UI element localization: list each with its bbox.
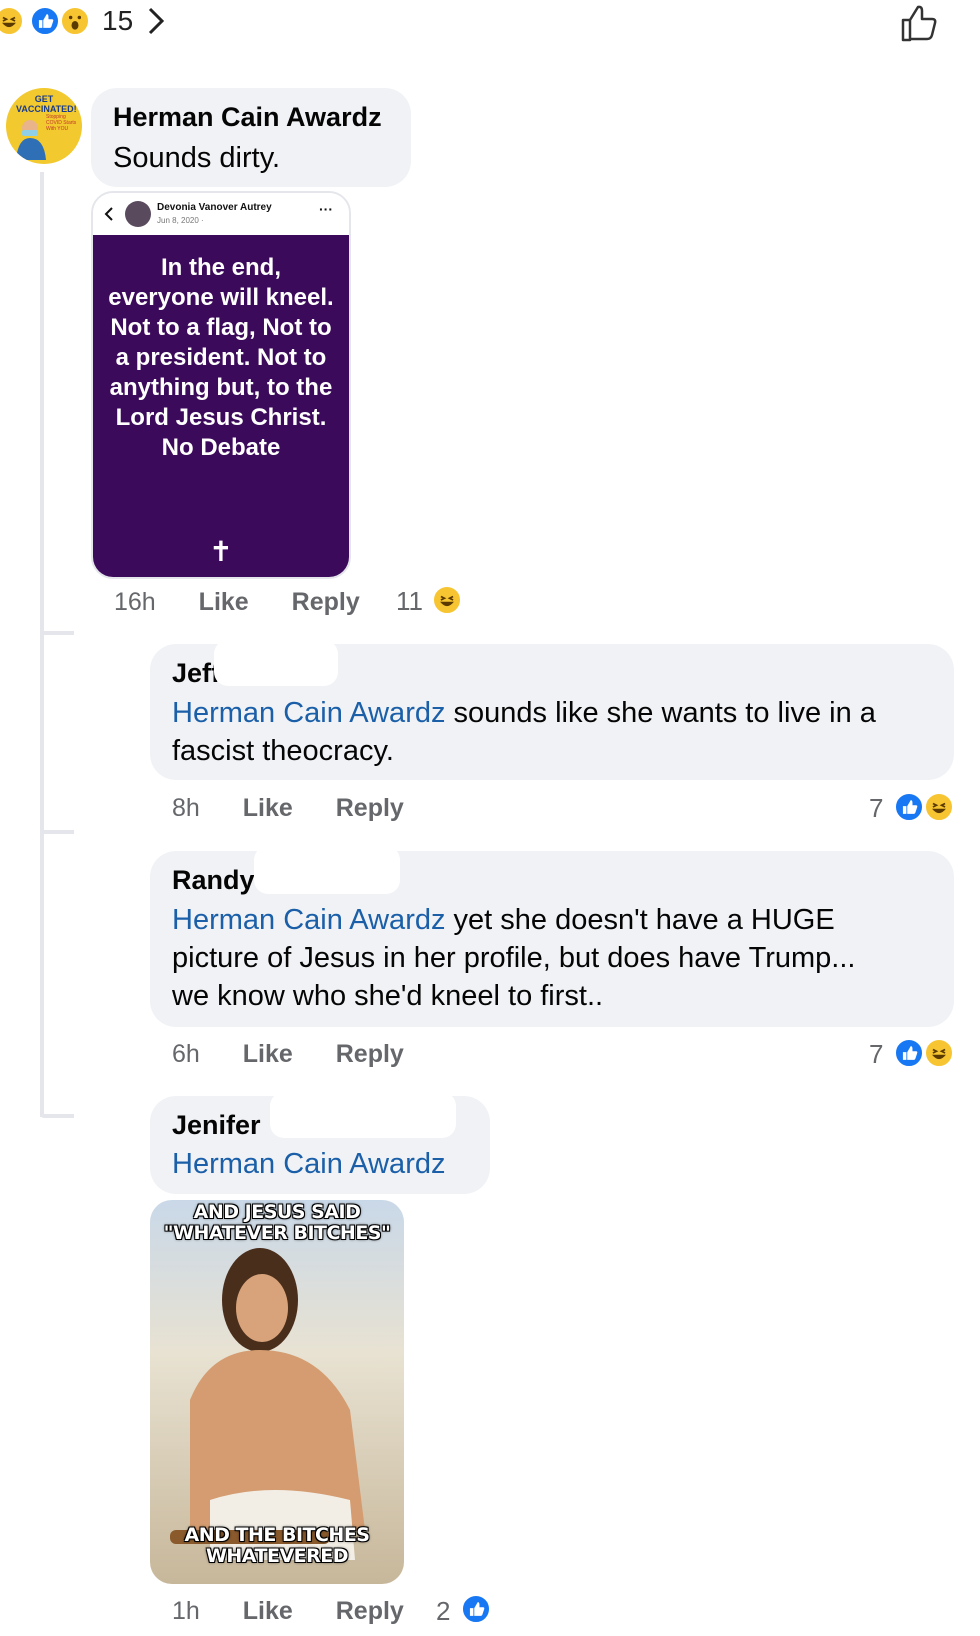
back-icon (104, 207, 113, 221)
avatar-text: GET VACCINATED! (16, 94, 77, 114)
like-icon (894, 1038, 924, 1068)
reply-text: Herman Cain Awardz (172, 1145, 445, 1183)
reply-actions: 6h Like Reply (172, 1040, 440, 1069)
redaction (270, 1092, 456, 1138)
redaction (214, 640, 338, 686)
reply-reaction-count[interactable]: 7 (869, 1039, 883, 1070)
comment-time[interactable]: 16h (114, 588, 156, 616)
meme-bottom-caption: AND THE BITCHES WHATEVERED (184, 1524, 370, 1567)
chevron-right-icon[interactable] (146, 6, 166, 44)
reply-author[interactable]: Jenifer (172, 1110, 261, 1141)
reply-actions: 1h Like Reply (172, 1597, 440, 1626)
reply-button[interactable]: Reply (336, 794, 404, 822)
redaction (254, 846, 400, 894)
haha-icon (432, 585, 462, 615)
reply-time[interactable]: 8h (172, 794, 200, 822)
reply-button[interactable]: Reply (336, 1040, 404, 1068)
reply-text-part: sounds like she wants to live in a (445, 697, 876, 729)
reply-author[interactable]: Jeff (172, 658, 220, 689)
haha-icon (0, 6, 24, 36)
reply-text-part: picture of Jesus in her profile, but doe… (172, 942, 856, 974)
reply-reaction-count[interactable]: 2 (436, 1596, 450, 1627)
reaction-summary-bar[interactable]: 15 (0, 0, 980, 44)
like-outline-icon[interactable] (898, 2, 940, 44)
mention-link[interactable]: Herman Cain Awardz (172, 904, 445, 936)
reply-text-part: yet she doesn't have a HUGE (445, 904, 835, 936)
thread-connector (40, 1114, 74, 1118)
thread-connector (40, 631, 74, 635)
post-avatar (125, 201, 151, 227)
thread-line (40, 172, 44, 1117)
meme-image[interactable]: AND JESUS SAID "WHATEVER BITCHES" AND TH… (150, 1200, 404, 1584)
reply-time[interactable]: 1h (172, 1597, 200, 1625)
comment-text: Sounds dirty. (113, 142, 281, 174)
comment-bubble: Herman Cain Awardz Sounds dirty. (91, 88, 411, 187)
reaction-count: 15 (102, 5, 134, 36)
attached-post-image[interactable]: Devonia Vanover Autrey Jun 8, 2020 · ···… (91, 191, 351, 579)
reply-button[interactable]: Reply (336, 1597, 404, 1625)
post-header: Devonia Vanover Autrey Jun 8, 2020 · ··· (93, 193, 349, 235)
comment-author[interactable]: Herman Cain Awardz (113, 102, 382, 133)
mention-link[interactable]: Herman Cain Awardz (172, 697, 445, 729)
thread-connector (40, 830, 74, 834)
post-body: In the end, everyone will kneel. Not to … (93, 235, 349, 577)
reply-reaction-count[interactable]: 7 (869, 793, 883, 824)
comment-actions: 16h Like Reply (114, 588, 396, 617)
reply-button[interactable]: Reply (292, 588, 360, 616)
like-icon (30, 6, 60, 36)
post-date: Jun 8, 2020 · (157, 216, 204, 225)
meme-top-caption: AND JESUS SAID "WHATEVER BITCHES" (163, 1201, 391, 1244)
cross-symbol: ✝ (209, 535, 233, 568)
post-text: In the end, everyone will kneel. Not to … (108, 254, 334, 461)
avatar-subtext: Stopping COVID Starts With YOU (46, 114, 77, 132)
comment-reaction-count[interactable]: 11 (396, 586, 423, 617)
haha-icon (924, 792, 954, 822)
reply-author[interactable]: Randy (172, 865, 255, 896)
more-icon: ··· (319, 201, 333, 217)
like-button[interactable]: Like (243, 794, 293, 822)
avatar[interactable]: GET VACCINATED! Stopping COVID Starts Wi… (6, 88, 82, 164)
reply-text: Herman Cain Awardz sounds like she wants… (172, 694, 942, 770)
like-icon (894, 792, 924, 822)
mention-link[interactable]: Herman Cain Awardz (172, 1148, 445, 1180)
reply-text-part: fascist theocracy. (172, 735, 394, 767)
like-icon (461, 1594, 491, 1624)
wow-icon (60, 6, 90, 36)
post-author: Devonia Vanover Autrey (157, 202, 272, 213)
reply-actions: 8h Like Reply (172, 794, 440, 823)
like-button[interactable]: Like (243, 1597, 293, 1625)
like-button[interactable]: Like (243, 1040, 293, 1068)
haha-icon (924, 1038, 954, 1068)
reply-text-part: we know who she'd kneel to first.. (172, 980, 604, 1012)
reply-text: Herman Cain Awardz yet she doesn't have … (172, 901, 942, 1015)
like-button[interactable]: Like (199, 588, 249, 616)
reply-time[interactable]: 6h (172, 1040, 200, 1068)
